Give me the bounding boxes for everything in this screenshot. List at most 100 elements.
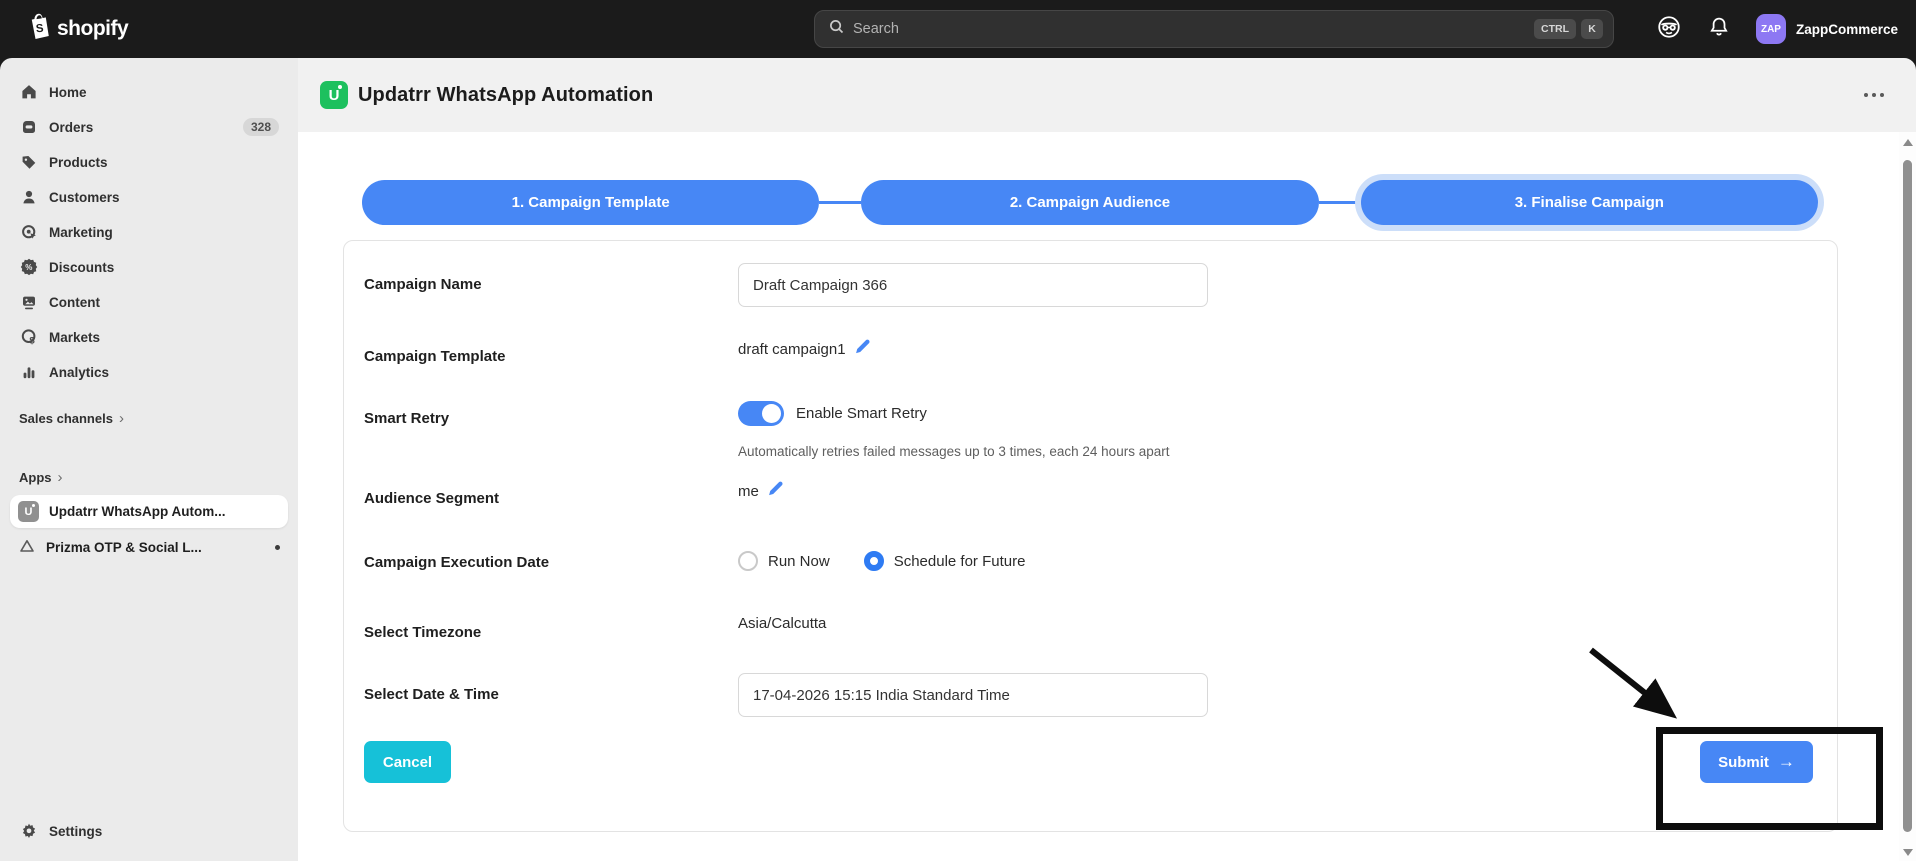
search-shortcut: CTRL K (1534, 19, 1603, 39)
sidebar-app-prizma[interactable]: Prizma OTP & Social L... (10, 531, 288, 564)
campaign-name-input[interactable] (738, 263, 1208, 307)
notification-dot (275, 545, 280, 550)
updatrr-app-icon: U (320, 81, 348, 109)
sidebar-item-marketing[interactable]: Marketing (10, 216, 288, 248)
smart-retry-row: Smart Retry Enable Smart Retry Automatic… (364, 401, 1815, 465)
step-finalise-campaign[interactable]: 3. Finalise Campaign (1361, 180, 1818, 225)
updatrr-app-icon: U (18, 501, 39, 522)
step-campaign-audience[interactable]: 2. Campaign Audience (861, 180, 1318, 225)
step-campaign-template[interactable]: 1. Campaign Template (362, 180, 819, 225)
sidebar-item-label: Markets (49, 330, 100, 345)
products-icon (19, 153, 38, 172)
chevron-right-icon: › (58, 470, 63, 485)
sidebar-item-customers[interactable]: Customers (10, 181, 288, 213)
page-title: Updatrr WhatsApp Automation (358, 84, 653, 107)
submit-button[interactable]: Submit → (1700, 741, 1813, 783)
step-connector (1319, 201, 1361, 204)
execution-date-row: Campaign Execution Date Run Now Schedule… (364, 551, 1815, 571)
campaign-name-label: Campaign Name (364, 263, 738, 293)
scroll-down-icon[interactable] (1903, 849, 1913, 856)
overflow-menu-icon[interactable] (1864, 93, 1884, 97)
edit-pencil-icon[interactable] (854, 339, 870, 359)
edit-pencil-icon[interactable] (767, 481, 783, 501)
sidebar-item-orders[interactable]: Orders 328 (10, 111, 288, 143)
sidebar-item-label: Discounts (49, 260, 114, 275)
sidebar-item-analytics[interactable]: Analytics (10, 356, 288, 388)
prizma-triangle-icon (18, 537, 36, 558)
search-placeholder: Search (853, 21, 899, 37)
radio-off-icon (738, 551, 758, 571)
sidekick-icon[interactable] (1656, 14, 1682, 45)
main-content: U Updatrr WhatsApp Automation 1. Campaig… (298, 58, 1916, 861)
sidebar-item-label: Marketing (49, 225, 113, 240)
svg-text:%: % (25, 263, 32, 272)
submit-label: Submit (1718, 754, 1769, 771)
search-icon (829, 19, 844, 39)
avatar: ZAP (1756, 14, 1786, 44)
sidebar-item-label: Analytics (49, 365, 109, 380)
radio-label: Schedule for Future (894, 553, 1026, 570)
topbar-actions: ZAP ZappCommerce (1656, 0, 1898, 58)
sidebar-item-label: Content (49, 295, 100, 310)
home-icon (19, 83, 38, 102)
form-actions: Cancel Submit → (364, 741, 1815, 783)
sidebar-item-label: Customers (49, 190, 120, 205)
marketing-icon (19, 223, 38, 242)
notifications-bell-icon[interactable] (1708, 16, 1730, 43)
gear-icon (19, 822, 38, 841)
markets-icon: $ (19, 328, 38, 347)
campaign-name-row: Campaign Name (364, 263, 1815, 307)
svg-text:S: S (35, 23, 44, 36)
sidebar: Home Orders 328 Products Customers Marke… (0, 58, 298, 861)
campaign-stepper: 1. Campaign Template 2. Campaign Audienc… (362, 180, 1818, 225)
radio-on-icon (864, 551, 884, 571)
sidebar-item-home[interactable]: Home (10, 76, 288, 108)
k-key-badge: K (1581, 19, 1603, 39)
sidebar-item-content[interactable]: Content (10, 286, 288, 318)
discounts-icon: % (19, 258, 38, 277)
svg-text:$: $ (29, 336, 35, 346)
chevron-right-icon: › (119, 411, 124, 426)
sales-channels-section[interactable]: Sales channels › (10, 403, 288, 433)
timezone-row: Select Timezone Asia/Calcutta (364, 615, 1815, 641)
radio-schedule-future[interactable]: Schedule for Future (864, 551, 1026, 571)
content-icon (19, 293, 38, 312)
smart-retry-toggle[interactable] (738, 401, 784, 426)
execution-date-label: Campaign Execution Date (364, 551, 738, 571)
audience-segment-value: me (738, 483, 759, 500)
sales-channels-label: Sales channels (19, 411, 113, 426)
sidebar-item-discounts[interactable]: % Discounts (10, 251, 288, 283)
ctrl-key-badge: CTRL (1534, 19, 1576, 39)
sidebar-item-products[interactable]: Products (10, 146, 288, 178)
arrow-right-icon: → (1778, 752, 1795, 772)
scrollbar-thumb[interactable] (1903, 160, 1912, 832)
campaign-template-label: Campaign Template (364, 339, 738, 365)
apps-label: Apps (19, 470, 52, 485)
timezone-value: Asia/Calcutta (738, 615, 826, 632)
campaign-template-value: draft campaign1 (738, 341, 846, 358)
datetime-input[interactable] (738, 673, 1208, 717)
scroll-up-icon[interactable] (1903, 139, 1913, 146)
page-header: U Updatrr WhatsApp Automation (298, 58, 1916, 132)
datetime-label: Select Date & Time (364, 673, 738, 703)
datetime-row: Select Date & Time (364, 673, 1815, 717)
audience-segment-label: Audience Segment (364, 481, 738, 507)
sidebar-item-settings[interactable]: Settings (10, 815, 288, 847)
radio-label: Run Now (768, 553, 830, 570)
settings-label: Settings (49, 824, 102, 839)
sidebar-item-label: Home (49, 85, 87, 100)
sidebar-item-markets[interactable]: $ Markets (10, 321, 288, 353)
cancel-button[interactable]: Cancel (364, 741, 451, 783)
shopify-logo[interactable]: S shopify (26, 13, 128, 45)
global-search[interactable]: Search CTRL K (814, 10, 1614, 48)
sidebar-app-updatrr[interactable]: U Updatrr WhatsApp Autom... (10, 495, 288, 528)
store-name: ZappCommerce (1796, 22, 1898, 37)
radio-run-now[interactable]: Run Now (738, 551, 830, 571)
apps-section[interactable]: Apps › (10, 462, 288, 492)
step-connector (819, 201, 861, 204)
sidebar-app-label: Prizma OTP & Social L... (46, 540, 202, 555)
account-menu[interactable]: ZAP ZappCommerce (1756, 14, 1898, 44)
app-surface: 1. Campaign Template 2. Campaign Audienc… (298, 132, 1916, 861)
sidebar-item-label: Products (49, 155, 108, 170)
scrollbar[interactable] (1899, 132, 1916, 861)
